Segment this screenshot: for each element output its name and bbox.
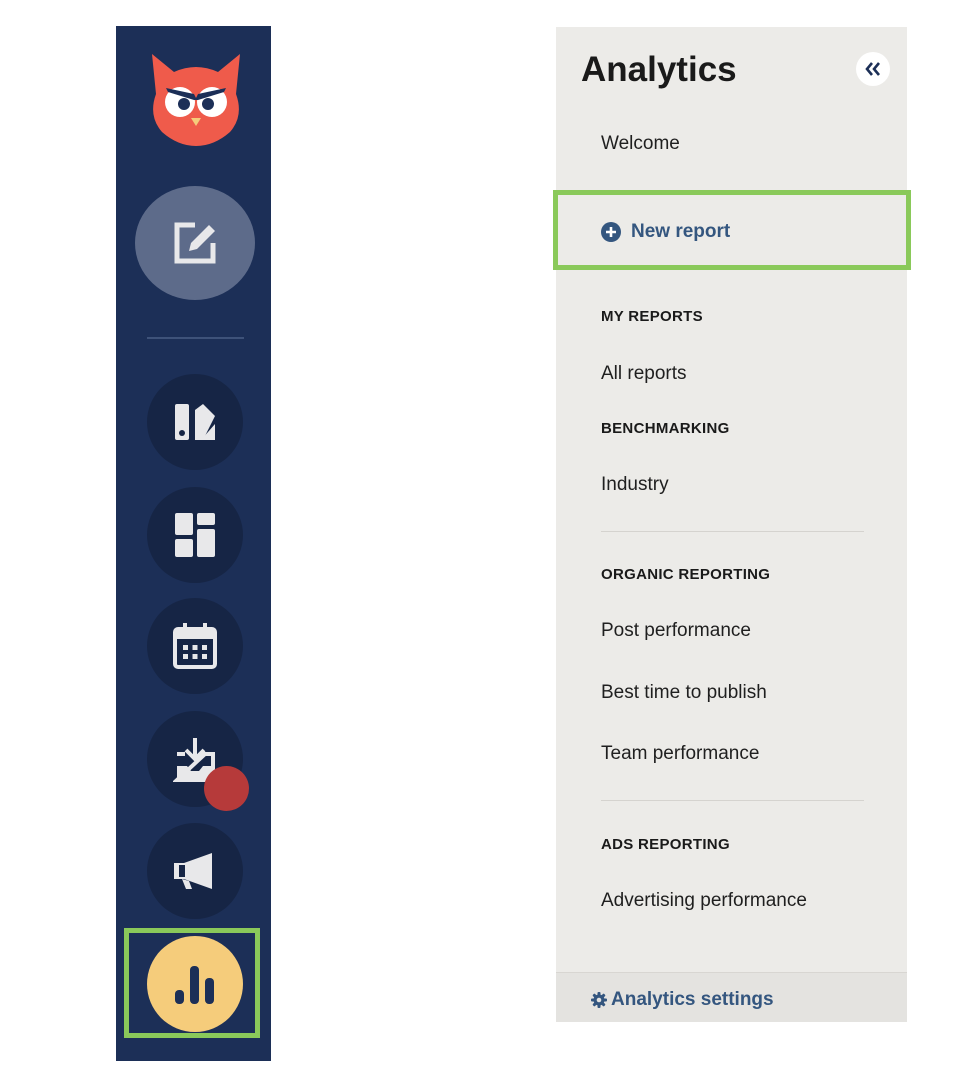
best-time-to-publish-link[interactable]: Best time to publish <box>601 682 767 704</box>
double-chevron-left-icon <box>865 62 880 76</box>
benchmarking-heading: BENCHMARKING <box>601 420 730 437</box>
dashboard-button[interactable] <box>147 487 243 583</box>
notification-badge <box>204 766 249 811</box>
analytics-settings-link[interactable]: Analytics settings <box>591 989 774 1011</box>
calendar-button[interactable] <box>147 598 243 694</box>
megaphone-icon <box>174 853 212 889</box>
rail-divider <box>147 337 244 339</box>
panel-title: Analytics <box>581 50 737 89</box>
post-performance-link[interactable]: Post performance <box>601 620 751 642</box>
plus-circle-icon <box>601 222 621 242</box>
welcome-link[interactable]: Welcome <box>601 133 680 155</box>
dashboard-icon <box>175 513 215 557</box>
bar-chart-icon <box>175 966 214 1004</box>
streams-icon <box>175 404 215 440</box>
advertise-button[interactable] <box>147 823 243 919</box>
all-reports-link[interactable]: All reports <box>601 363 687 385</box>
compose-icon <box>174 222 216 264</box>
owl-logo-icon[interactable] <box>144 44 248 148</box>
left-nav-rail <box>116 26 271 1061</box>
my-reports-heading: MY REPORTS <box>601 308 703 325</box>
analytics-button[interactable] <box>147 936 243 1032</box>
streams-button[interactable] <box>147 374 243 470</box>
settings-footer: Analytics settings <box>556 972 907 1022</box>
section-divider <box>601 800 864 801</box>
compose-button[interactable] <box>135 186 255 300</box>
advertising-performance-link[interactable]: Advertising performance <box>601 890 807 912</box>
organic-reporting-heading: ORGANIC REPORTING <box>601 566 771 583</box>
industry-link[interactable]: Industry <box>601 474 669 496</box>
new-report-label: New report <box>631 221 731 242</box>
team-performance-link[interactable]: Team performance <box>601 743 759 765</box>
calendar-icon <box>173 623 217 669</box>
analytics-settings-label: Analytics settings <box>611 989 774 1010</box>
analytics-panel: Analytics Welcome New report MY REPORTS … <box>553 27 911 1022</box>
section-divider <box>601 531 864 532</box>
ads-reporting-heading: ADS REPORTING <box>601 836 730 853</box>
gear-icon <box>591 992 607 1008</box>
collapse-panel-button[interactable] <box>856 52 890 86</box>
new-report-button[interactable]: New report <box>601 221 730 243</box>
